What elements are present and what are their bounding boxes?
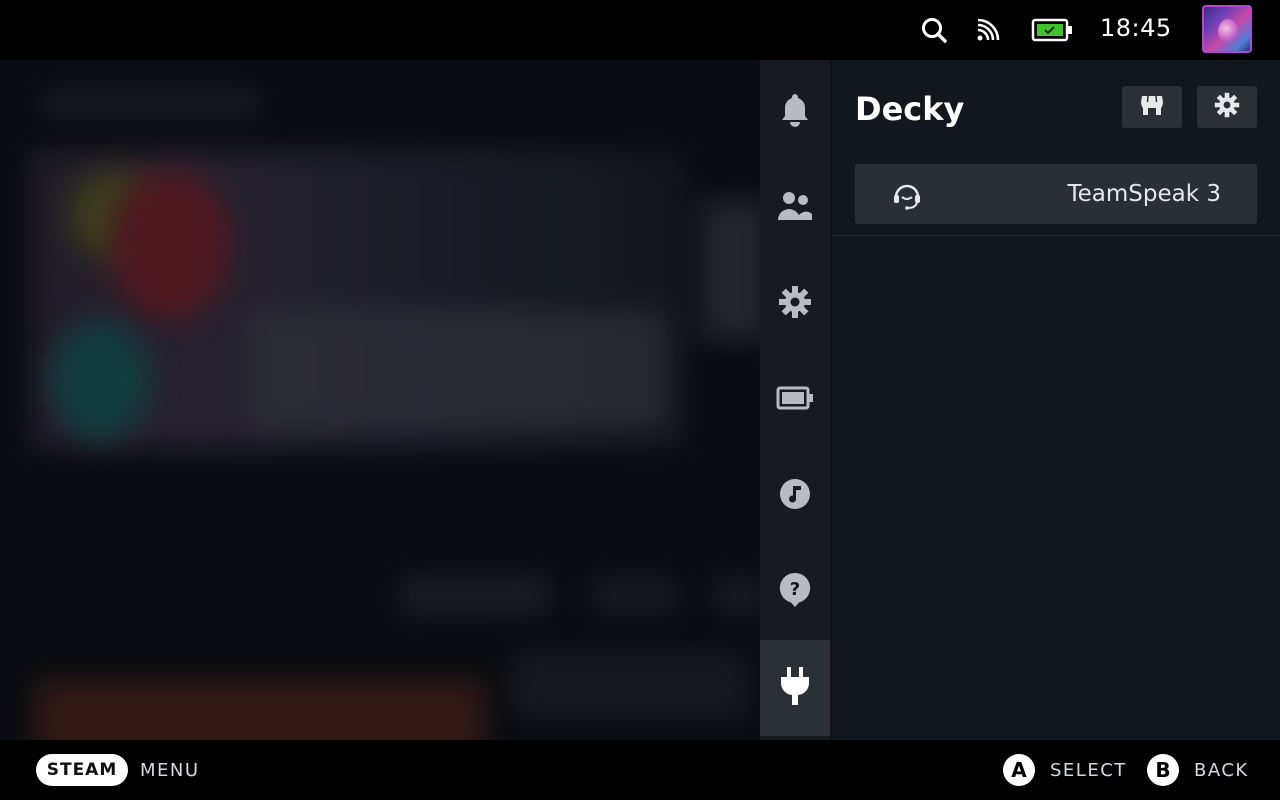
- decky-settings-button[interactable]: [1197, 86, 1257, 128]
- friends-icon: [777, 190, 813, 226]
- sidenav-item-help[interactable]: ?: [760, 544, 830, 640]
- menu-label: MENU: [140, 760, 200, 781]
- clock: 18:45: [1100, 14, 1172, 42]
- top-status-bar: 18:45: [0, 0, 1280, 60]
- b-button-glyph[interactable]: B: [1147, 754, 1179, 786]
- music-icon: [779, 478, 811, 514]
- select-label: SELECT: [1050, 760, 1127, 781]
- plug-icon: [778, 665, 812, 711]
- divider: [832, 235, 1280, 236]
- sidenav-item-friends[interactable]: [760, 160, 830, 256]
- cast-icon: [972, 15, 1002, 45]
- panel-title: Decky: [855, 90, 965, 128]
- headset-icon: [891, 179, 923, 211]
- gear-icon: [1214, 92, 1240, 122]
- decky-panel: Decky TeamSpeak 3: [832, 60, 1280, 740]
- a-button-glyph[interactable]: A: [1003, 754, 1035, 786]
- user-avatar[interactable]: [1202, 5, 1252, 53]
- sidenav-item-settings[interactable]: [760, 256, 830, 352]
- back-label: BACK: [1194, 760, 1249, 781]
- plugin-item-teamspeak[interactable]: TeamSpeak 3: [855, 164, 1257, 224]
- search-icon[interactable]: [919, 15, 949, 45]
- svg-text:?: ?: [790, 579, 800, 600]
- battery-icon: [776, 385, 814, 415]
- steam-button[interactable]: STEAM: [36, 754, 128, 786]
- bell-icon: [779, 92, 811, 132]
- battery-charging-icon: [1030, 15, 1074, 45]
- gear-icon: [778, 285, 812, 323]
- bottom-hint-bar: STEAM MENU A SELECT B BACK: [0, 740, 1280, 800]
- store-icon: [1140, 94, 1164, 120]
- help-icon: ?: [779, 572, 811, 612]
- sidenav-item-music[interactable]: [760, 448, 830, 544]
- sidenav-item-plugins[interactable]: [760, 640, 830, 736]
- plugin-label: TeamSpeak 3: [1067, 181, 1222, 207]
- sidenav-item-performance[interactable]: [760, 352, 830, 448]
- sidenav-item-notifications[interactable]: [760, 64, 830, 160]
- quick-access-sidenav: ?: [760, 60, 830, 740]
- background-dim-overlay: [0, 60, 760, 740]
- store-button[interactable]: [1122, 86, 1182, 128]
